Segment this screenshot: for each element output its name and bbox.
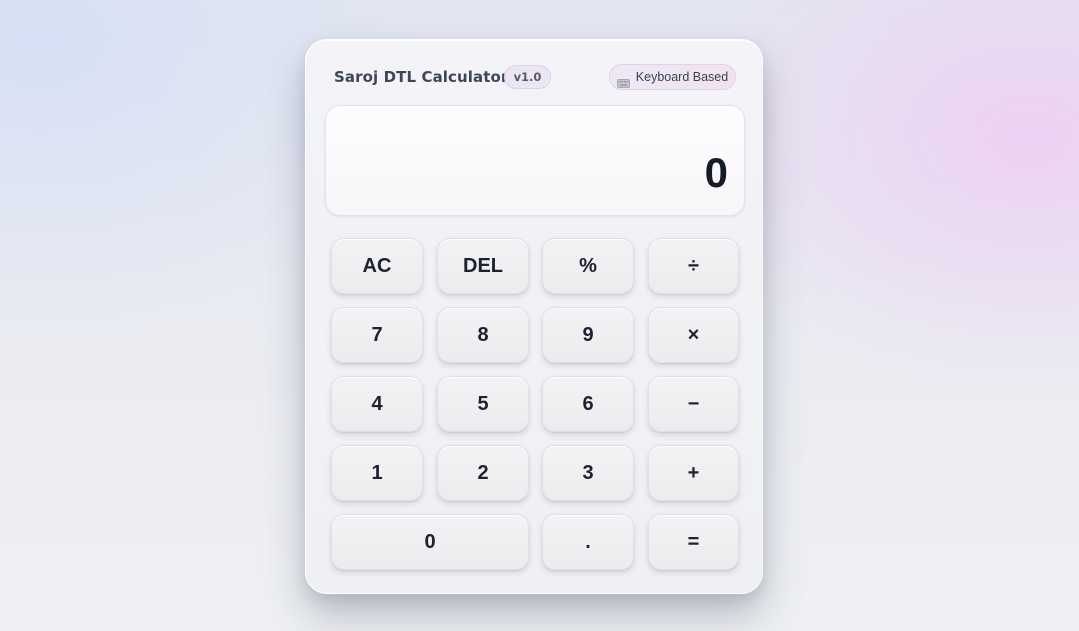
subtract-button[interactable]: − <box>648 376 739 432</box>
digit-2-button[interactable]: 2 <box>437 445 529 501</box>
equals-button[interactable]: = <box>648 514 739 570</box>
digit-9-button[interactable]: 9 <box>542 307 634 363</box>
percent-button[interactable]: % <box>542 238 634 294</box>
all-clear-button[interactable]: AC <box>331 238 423 294</box>
digit-1-button[interactable]: 1 <box>331 445 423 501</box>
digit-0-button[interactable]: 0 <box>331 514 529 570</box>
digit-7-button[interactable]: 7 <box>331 307 423 363</box>
divide-button[interactable]: ÷ <box>648 238 739 294</box>
digit-5-button[interactable]: 5 <box>437 376 529 432</box>
decimal-point-button[interactable]: . <box>542 514 634 570</box>
digit-3-button[interactable]: 3 <box>542 445 634 501</box>
calculator-card: Saroj DTL Calculator v1.0 Keyboard Based… <box>305 39 763 594</box>
delete-button[interactable]: DEL <box>437 238 529 294</box>
digit-4-button[interactable]: 4 <box>331 376 423 432</box>
multiply-button[interactable]: × <box>648 307 739 363</box>
digit-8-button[interactable]: 8 <box>437 307 529 363</box>
keypad: AC DEL % ÷ 7 8 9 × 4 5 6 − 1 2 3 + 0 . = <box>306 40 762 593</box>
digit-6-button[interactable]: 6 <box>542 376 634 432</box>
add-button[interactable]: + <box>648 445 739 501</box>
